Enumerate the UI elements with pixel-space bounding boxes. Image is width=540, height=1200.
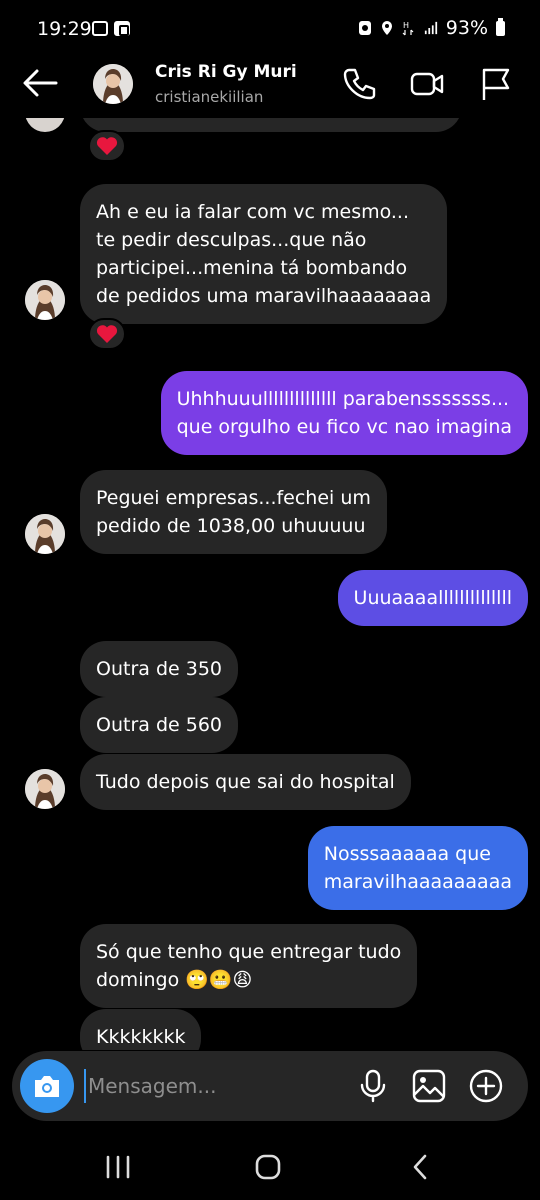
message-incoming[interactable]: Tudo depois que sai do hospital (80, 754, 411, 810)
data-h-icon: H (402, 21, 414, 36)
svg-text:H: H (403, 21, 409, 30)
camera-icon (35, 1076, 59, 1097)
avatar (25, 118, 65, 132)
contact-name[interactable]: Cris Ri Gy Muri (155, 62, 297, 82)
home-icon[interactable] (253, 1152, 283, 1182)
message-outgoing[interactable]: Uhhhuuullllllllllllll parabensssssss... … (160, 371, 528, 455)
camera-button[interactable] (20, 1059, 74, 1113)
signal-icon (424, 21, 437, 35)
message-bubble-partial[interactable] (80, 118, 462, 132)
message-list[interactable]: Ah e eu ia falar com vc mesmo... te pedi… (0, 118, 540, 1050)
notification-icon (92, 21, 108, 36)
avatar-image (25, 280, 65, 320)
chat-header: Cris Ri Gy Muri cristianekiilian (0, 56, 540, 118)
heart-icon (96, 137, 118, 155)
avatar-image (93, 64, 133, 104)
video-camera-icon[interactable] (409, 66, 445, 102)
avatar-image (25, 514, 65, 554)
status-time: 19:29 (37, 18, 92, 40)
message-incoming[interactable]: Ah e eu ia falar com vc mesmo... te pedi… (80, 184, 448, 324)
message-incoming[interactable]: Kkkkkkkk (80, 1009, 202, 1050)
battery-icon (496, 17, 505, 36)
heart-icon (96, 325, 118, 343)
back-icon[interactable] (406, 1152, 436, 1182)
status-bar: 19:29 H 93% (0, 0, 540, 56)
location-icon (381, 21, 392, 35)
battery-percent: 93% (445, 17, 488, 39)
message-reaction[interactable] (88, 130, 126, 162)
message-outgoing[interactable]: Nosssaaaaaa que maravilhaaaaaaaaa (307, 826, 528, 910)
message-outgoing[interactable]: Uuuaaaallllllllllllll (337, 570, 528, 626)
message-reaction[interactable] (88, 318, 126, 350)
flag-icon[interactable] (478, 66, 514, 102)
message-input[interactable] (84, 1069, 344, 1103)
image-icon[interactable] (411, 1068, 447, 1104)
arrow-left-icon[interactable] (22, 68, 58, 98)
plus-circle-icon[interactable] (468, 1068, 504, 1104)
notification-icon (114, 21, 130, 36)
dm-screen: 19:29 H 93% Cris Ri Gy Muri cristianekii… (0, 0, 540, 1200)
system-nav-bar (0, 1130, 540, 1200)
avatar-image (25, 769, 65, 809)
recents-icon[interactable] (103, 1152, 133, 1182)
message-composer (12, 1051, 528, 1121)
avatar (25, 769, 65, 809)
message-incoming[interactable]: Outra de 560 (80, 697, 238, 753)
recycle-icon (358, 21, 371, 35)
avatar[interactable] (93, 64, 133, 104)
system-icons: H 93% (358, 17, 505, 39)
contact-username[interactable]: cristianekiilian (155, 88, 263, 106)
message-incoming[interactable]: Outra de 350 (80, 641, 238, 697)
microphone-icon[interactable] (355, 1068, 391, 1104)
phone-icon[interactable] (341, 66, 377, 102)
avatar (25, 280, 65, 320)
notification-icons (92, 21, 130, 36)
message-incoming[interactable]: Só que tenho que entregar tudo domingo 🙄… (80, 924, 418, 1008)
message-incoming[interactable]: Peguei empresas...fechei um pedido de 10… (80, 470, 387, 554)
avatar (25, 514, 65, 554)
